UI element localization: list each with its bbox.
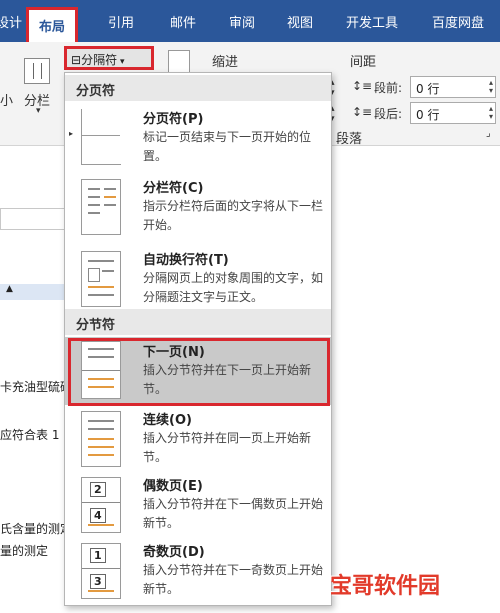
columns-dropdown-arrow[interactable]: ▾ <box>36 106 41 116</box>
text-wrapping-desc: 分隔网页上的对象周围的文字，如分隔题注文字与正文。 <box>143 271 324 304</box>
even-page-desc: 插入分节符并在下一偶数页上开始新节。 <box>143 497 324 530</box>
breaks-label: 分隔符 <box>81 53 118 67</box>
space-after-icon: ↕≡ <box>352 105 373 119</box>
odd-page-icon: 1 3 <box>81 543 121 599</box>
text-wrapping-title: 自动换行符(T) <box>143 253 229 268</box>
tab-layout[interactable]: 布局 <box>26 7 79 42</box>
continuous-desc: 插入分节符并在同一页上开始新节。 <box>143 431 312 464</box>
doc-line-1: 卡充油型硫磷 <box>0 380 73 394</box>
navigation-search-box[interactable] <box>0 208 66 230</box>
odd-page-title: 奇数页(D) <box>143 545 205 560</box>
space-before-icon: ↕≡ <box>352 79 373 93</box>
menu-item-text-wrapping[interactable]: 自动换行符(T) 分隔网页上的对象周围的文字，如分隔题注文字与正文。 <box>65 245 331 317</box>
doc-line-3: 氏含量的测定 <box>0 522 73 536</box>
space-before-label: 段前: <box>374 81 403 95</box>
even-page-icon: 2 4 <box>81 477 121 533</box>
tab-review[interactable]: 审阅 <box>229 12 255 31</box>
menu-item-odd-page[interactable]: 1 3 奇数页(D) 插入分节符并在下一奇数页上开始新节。 <box>65 539 331 605</box>
watermark-logo: 宝哥软件园 <box>330 574 441 599</box>
breaks-button[interactable]: ⊟分隔符 ▾ <box>64 46 154 70</box>
column-break-title: 分栏符(C) <box>143 181 204 196</box>
paragraph-dialog-launcher-icon[interactable]: ⌟ <box>486 128 491 139</box>
tab-view[interactable]: 视图 <box>287 12 313 31</box>
continuous-title: 连续(O) <box>143 413 192 428</box>
tab-design[interactable]: 设计 <box>0 12 22 31</box>
pointer-icon: ▸ <box>69 129 74 138</box>
ribbon-tab-bar: 设计 布局 引用 邮件 审阅 视图 开发工具 百度网盘 <box>0 0 500 42</box>
columns-icon[interactable] <box>24 58 50 84</box>
indent-label: 缩进 <box>212 55 239 70</box>
page-break-desc: 标记一页结束与下一页开始的位置。 <box>143 130 312 163</box>
continuous-icon <box>81 411 121 467</box>
space-after-input[interactable]: 0 行 ▴ ▾ <box>410 102 496 124</box>
space-before-input[interactable]: 0 行 ▴ ▾ <box>410 76 496 98</box>
tab-baidu-netdisk[interactable]: 百度网盘 <box>432 12 484 31</box>
doc-line-2: 应符合表 1 <box>0 428 60 442</box>
tab-mailings[interactable]: 邮件 <box>170 12 196 31</box>
page-break-icon <box>81 109 121 165</box>
even-page-title: 偶数页(E) <box>143 479 203 494</box>
doc-line-4: 量的测定 <box>0 544 49 558</box>
menu-item-even-page[interactable]: 2 4 偶数页(E) 插入分节符并在下一偶数页上开始新节。 <box>65 473 331 539</box>
breaks-icon: ⊟ <box>71 53 82 67</box>
tab-references[interactable]: 引用 <box>108 12 134 31</box>
menu-item-column-break[interactable]: 分栏符(C) 指示分栏符后面的文字将从下一栏开始。 <box>65 173 331 245</box>
tab-developer[interactable]: 开发工具 <box>346 12 398 31</box>
space-after-label: 段后: <box>374 107 403 121</box>
collapse-icon[interactable]: ▲ <box>6 284 13 294</box>
size-label[interactable]: 小 <box>0 90 13 109</box>
navigation-selected-heading[interactable]: ▲ <box>0 284 66 300</box>
page-breaks-header: 分页符 <box>65 75 331 101</box>
page-break-title: 分页符(P) <box>143 112 204 127</box>
text-wrapping-icon <box>81 251 121 307</box>
section-breaks-header: 分节符 <box>65 309 331 335</box>
column-break-desc: 指示分栏符后面的文字将从下一栏开始。 <box>143 199 324 232</box>
chevron-down-icon: ▾ <box>117 57 125 67</box>
next-page-highlight-frame <box>68 338 330 406</box>
odd-page-desc: 插入分节符并在下一奇数页上开始新节。 <box>143 563 324 596</box>
column-break-icon <box>81 179 121 235</box>
menu-item-continuous[interactable]: 连续(O) 插入分节符并在同一页上开始新节。 <box>65 407 331 473</box>
line-numbers-icon[interactable] <box>168 50 190 74</box>
menu-item-page-break[interactable]: ▸ 分页符(P) 标记一页结束与下一页开始的位置。 <box>65 103 331 171</box>
spacing-label: 间距 <box>350 55 377 70</box>
paragraph-group-label: 段落 <box>336 132 363 147</box>
